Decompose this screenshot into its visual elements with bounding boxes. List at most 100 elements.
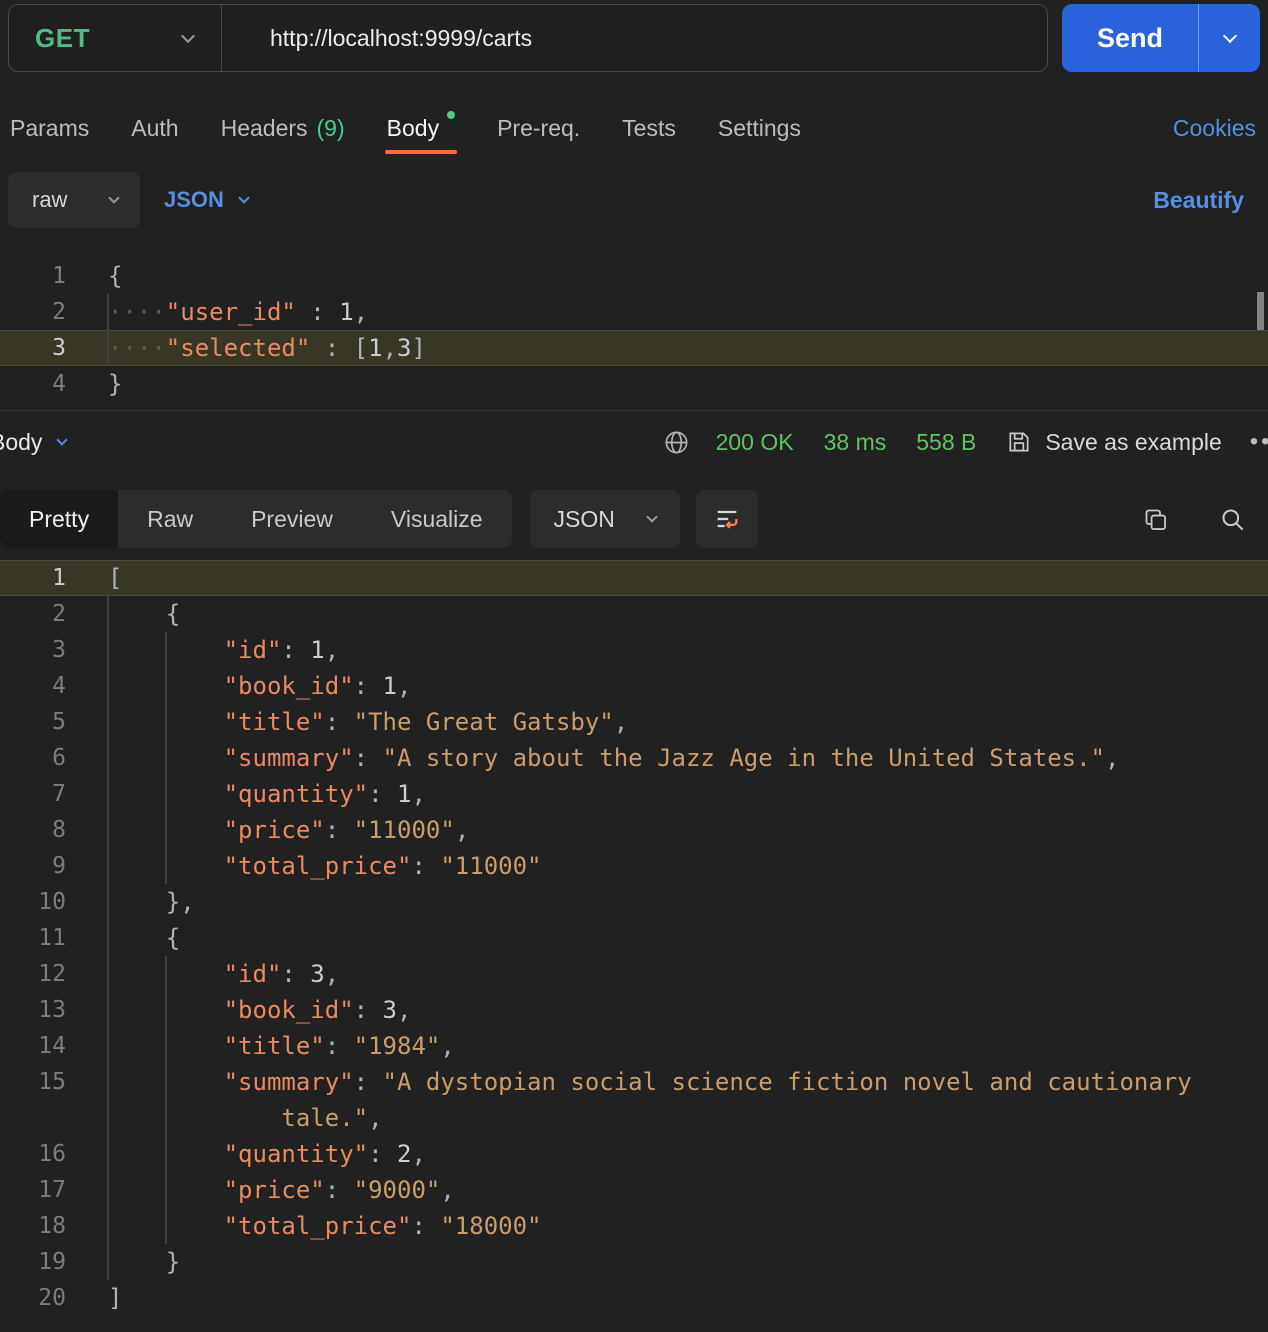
line-number: 9	[52, 853, 66, 879]
code-line[interactable]: 4}	[0, 366, 1268, 402]
indent-guide	[165, 632, 167, 884]
code-line[interactable]: 4 "book_id": 1,	[0, 668, 1268, 704]
code-line[interactable]: 18 "total_price": "18000"	[0, 1208, 1268, 1244]
line-number: 1	[52, 565, 66, 591]
response-body-dropdown[interactable]: Body	[0, 428, 69, 456]
line-number: 20	[38, 1285, 66, 1311]
line-number: 11	[38, 925, 66, 951]
tab-pretty[interactable]: Pretty	[0, 490, 119, 548]
indent-guide	[107, 294, 109, 366]
tab-headers[interactable]: Headers (9)	[221, 102, 345, 154]
chevron-down-icon	[108, 191, 120, 204]
tab-auth[interactable]: Auth	[131, 102, 178, 154]
tab-settings[interactable]: Settings	[718, 102, 801, 154]
code-text: "quantity": 1,	[223, 780, 426, 808]
code-text: "price": "11000",	[223, 816, 470, 844]
tab-visualize[interactable]: Visualize	[362, 490, 512, 548]
method-dropdown[interactable]: GET	[9, 5, 221, 71]
send-button[interactable]: Send	[1062, 4, 1198, 72]
line-number: 17	[38, 1177, 66, 1203]
code-line[interactable]: 2 {	[0, 596, 1268, 632]
line-number: 16	[38, 1141, 66, 1167]
code-line[interactable]: tale.",	[0, 1100, 1268, 1136]
tab-params[interactable]: Params	[10, 102, 89, 154]
code-line[interactable]: 1[	[0, 560, 1268, 596]
body-type-dropdown[interactable]: raw	[8, 172, 140, 228]
code-text: "book_id": 1,	[223, 672, 412, 700]
code-text: "summary": "A story about the Jazz Age i…	[223, 744, 1120, 772]
tab-tests[interactable]: Tests	[622, 102, 676, 154]
line-number: 2	[52, 299, 66, 325]
tab-pre-request[interactable]: Pre-req.	[497, 102, 580, 154]
code-line[interactable]: 6 "summary": "A story about the Jazz Age…	[0, 740, 1268, 776]
code-line[interactable]: 12 "id": 3,	[0, 956, 1268, 992]
tab-preview[interactable]: Preview	[222, 490, 362, 548]
line-number: 18	[38, 1213, 66, 1239]
code-text: ····"selected" : [1,3]	[108, 334, 426, 362]
send-button-group: Send	[1062, 4, 1260, 72]
code-text: "title": "1984",	[223, 1032, 455, 1060]
code-line[interactable]: 13 "book_id": 3,	[0, 992, 1268, 1028]
response-time-badge[interactable]: 38 ms	[824, 429, 887, 456]
request-tabs: Params Auth Headers (9) Body Pre-req. Te…	[10, 102, 1256, 154]
chevron-down-icon	[645, 510, 658, 523]
response-size-badge[interactable]: 558 B	[916, 429, 976, 456]
copy-icon[interactable]	[1142, 506, 1169, 533]
line-number: 14	[38, 1033, 66, 1059]
code-line[interactable]: 15 "summary": "A dystopian social scienc…	[0, 1064, 1268, 1100]
tab-headers-label: Headers	[220, 114, 308, 141]
code-line[interactable]: 7 "quantity": 1,	[0, 776, 1268, 812]
line-number: 3	[52, 637, 66, 663]
chevron-down-icon	[238, 191, 250, 204]
send-options-button[interactable]	[1198, 4, 1260, 72]
response-body-label: Body	[0, 428, 43, 455]
tab-raw[interactable]: Raw	[118, 490, 222, 548]
code-text: "total_price": "11000"	[223, 852, 542, 880]
code-line[interactable]: 17 "price": "9000",	[0, 1172, 1268, 1208]
code-text: {	[165, 600, 181, 628]
wrap-text-icon	[717, 510, 738, 529]
code-line[interactable]: 14 "title": "1984",	[0, 1028, 1268, 1064]
response-view-toolbar: Pretty Raw Preview Visualize JSON	[0, 490, 1246, 548]
code-text: {	[165, 924, 181, 952]
network-globe-icon[interactable]	[663, 429, 690, 456]
code-line[interactable]: 3 ····"selected" : [1,3]	[0, 330, 1268, 366]
wrap-lines-button[interactable]	[695, 490, 758, 548]
line-number: 7	[52, 781, 66, 807]
code-text: {	[108, 262, 123, 290]
save-floppy-icon	[1009, 432, 1029, 452]
code-line[interactable]: 3 "id": 1,	[0, 632, 1268, 668]
indent-guide	[165, 956, 167, 1244]
code-text: },	[165, 888, 195, 916]
response-body-viewer[interactable]: 1[2 {3 "id": 1, 4 "book_id": 1, 5 "title":…	[0, 560, 1268, 1332]
beautify-button[interactable]: Beautify	[1153, 187, 1244, 214]
line-number	[0, 1100, 66, 1136]
code-line[interactable]: 20]	[0, 1280, 1268, 1316]
headers-count-badge: (9)	[316, 114, 345, 141]
code-line[interactable]: 9 "total_price": "11000"	[0, 848, 1268, 884]
cookies-link[interactable]: Cookies	[1173, 115, 1256, 142]
response-format-dropdown[interactable]: JSON	[529, 490, 680, 548]
status-badge[interactable]: 200 OK	[716, 429, 794, 456]
request-body-editor[interactable]: 1{2 ····"user_id" : 1, 3 ····"selected" : […	[0, 258, 1268, 404]
url-input[interactable]	[222, 23, 1047, 53]
language-dropdown[interactable]: JSON	[164, 187, 250, 213]
body-type-label: raw	[32, 187, 68, 212]
save-as-example-button[interactable]: Save as example	[1006, 429, 1222, 456]
code-line[interactable]: 16 "quantity": 2,	[0, 1136, 1268, 1172]
code-line[interactable]: 8 "price": "11000",	[0, 812, 1268, 848]
code-line[interactable]: 11 {	[0, 920, 1268, 956]
code-line[interactable]: 10 },	[0, 884, 1268, 920]
code-line[interactable]: 2 ····"user_id" : 1,	[0, 294, 1268, 330]
search-icon[interactable]	[1219, 506, 1246, 533]
tab-body-label: Body	[386, 114, 440, 141]
code-line[interactable]: 19 }	[0, 1244, 1268, 1280]
line-number: 1	[52, 263, 66, 289]
tab-body[interactable]: Body	[384, 102, 458, 154]
more-options-icon[interactable]: •••	[1250, 428, 1268, 456]
line-number: 13	[38, 997, 66, 1023]
code-line[interactable]: 5 "title": "The Great Gatsby",	[0, 704, 1268, 740]
code-text: tale.",	[281, 1104, 383, 1132]
code-line[interactable]: 1{	[0, 258, 1268, 294]
scrollbar-thumb[interactable]	[1257, 292, 1264, 330]
